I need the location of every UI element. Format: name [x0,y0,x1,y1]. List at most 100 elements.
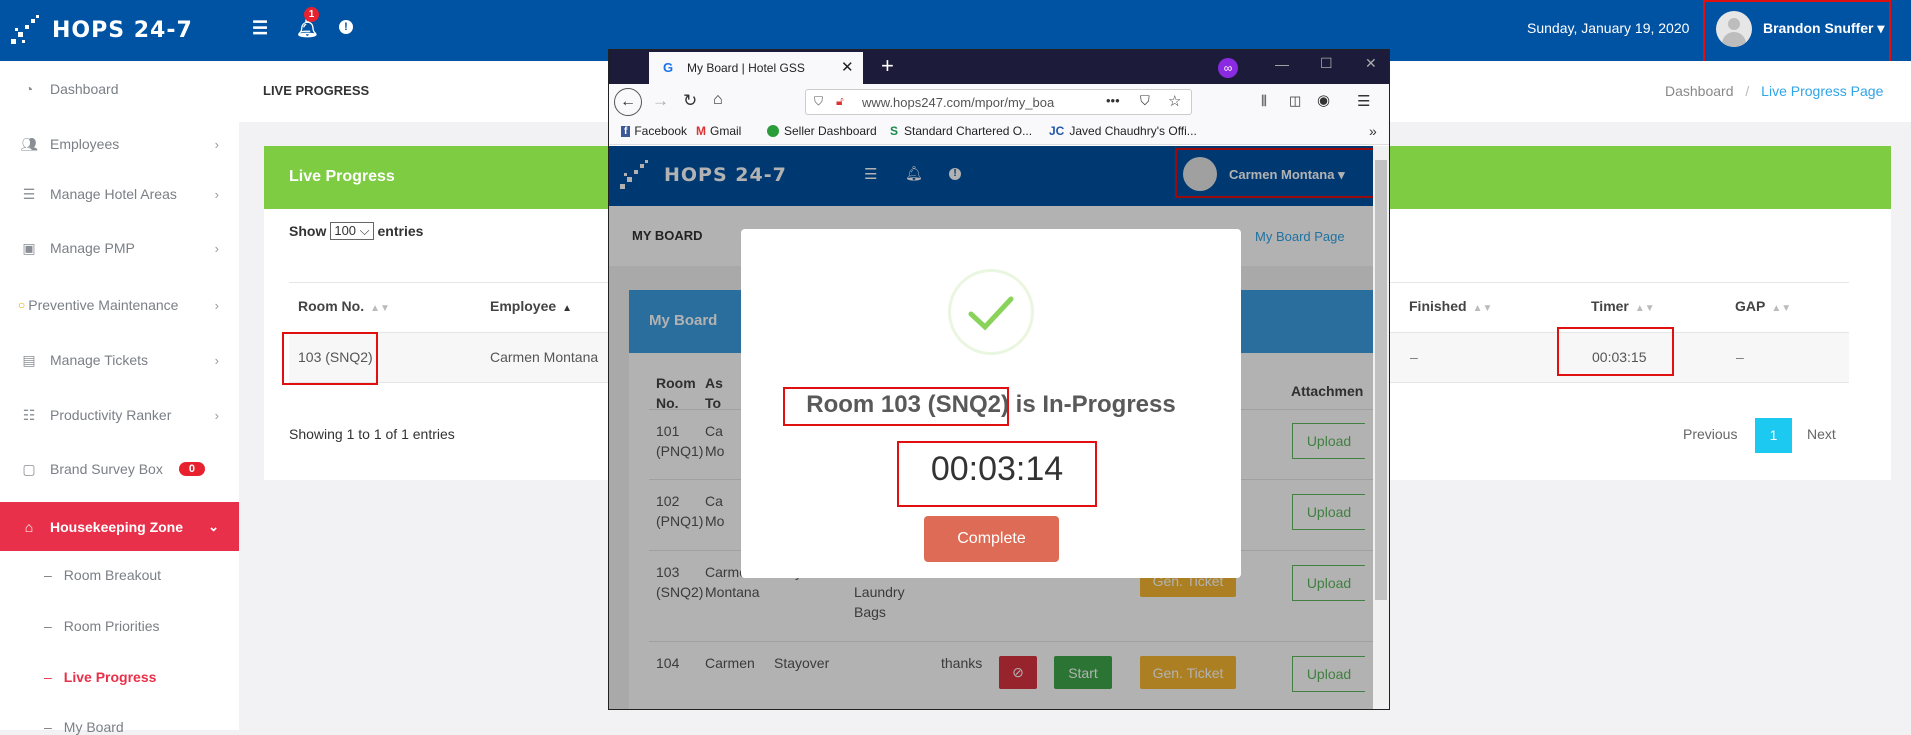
circle-icon: ○ [18,298,26,312]
brand-logo[interactable]: HOPS 24-7 [10,10,193,50]
building-icon: ⌂ [24,518,34,535]
breadcrumb-home[interactable]: Dashboard [1665,83,1734,99]
breadcrumb: Dashboard / Live Progress Page [1665,83,1883,99]
chevron-right-icon: › [214,407,219,423]
minimize-icon[interactable]: — [1275,56,1289,72]
menu-toggle-icon[interactable]: ☰ [252,18,268,39]
home-icon[interactable]: ⌂ [713,91,723,109]
complete-button[interactable]: Complete [924,516,1059,562]
standard-chartered-icon: S [890,124,899,138]
more-actions-icon[interactable]: ••• [1106,93,1120,108]
hamburger-menu-icon[interactable]: ☰ [1357,92,1370,110]
bookmark-gmail[interactable]: M Gmail [696,124,741,138]
gmail-icon: M [696,124,706,138]
sidebar-item-productivity-ranker[interactable]: ☷ Productivity Ranker › [0,391,239,439]
sidebar-item-label: Manage PMP [50,240,135,256]
sidebar-item-label: Housekeeping Zone [50,518,184,535]
sidebar-item-label: Employees [50,136,120,152]
private-mode-icon: ∞ [1218,58,1238,78]
url-text: www.hops247.com/mpor/my_boa [862,95,1055,110]
col-gap[interactable]: GAP ▲▼ [1735,298,1791,314]
sidebar-item-brand-survey-box[interactable]: ▢ Brand Survey Box 0 [0,445,239,493]
sidebar-item-dashboard[interactable]: ◔ Dashboard [0,65,239,113]
cell-gap: – [1736,349,1744,365]
chevron-right-icon: › [214,186,219,202]
sidebar-subitem-my-board[interactable]: – My Board [44,719,124,735]
pagination-previous[interactable]: Previous [1683,426,1737,442]
sort-icon: ▲▼ [1634,303,1655,314]
sidebar-item-label: Dashboard [50,81,119,97]
sidebar-subitem-label: Room Priorities [63,618,160,634]
col-header-label: GAP [1735,298,1766,314]
sidebar-item-label: Manage Hotel Areas [50,186,177,202]
cell-timer: 00:03:15 [1592,349,1647,365]
entries-control: Show 100 ⌵ entries [289,222,423,240]
sidebar-item-manage-tickets[interactable]: ▤ Manage Tickets › [0,336,239,384]
table-info: Showing 1 to 1 of 1 entries [289,426,455,442]
user-menu[interactable]: Brandon Snuffer ▾ [1763,20,1884,37]
card-title: Live Progress [289,168,395,185]
col-header-label: Room No. [298,298,365,314]
forward-icon[interactable]: → [652,91,669,111]
col-finished[interactable]: Finished ▲▼ [1409,298,1492,314]
sidebar-item-manage-pmp[interactable]: ▣ Manage PMP › [0,224,239,272]
back-icon[interactable]: ← [614,88,642,116]
maximize-icon[interactable]: ☐ [1320,55,1333,72]
brand-name: HOPS 24-7 [52,17,193,43]
tab-title: My Board | Hotel GSS [687,61,805,75]
bookmark-label: Gmail [710,124,742,138]
gauge-icon: ◔ [24,81,34,97]
bookmark-label: Facebook [634,124,688,138]
tab-active[interactable]: G My Board | Hotel GSS ✕ [649,52,863,84]
bookmark-label: Standard Chartered O... [904,124,1033,138]
col-employee[interactable]: Employee ▲ [490,298,572,314]
sidebar-subitem-live-progress[interactable]: – Live Progress [44,669,156,685]
bookmark-label: Javed Chaudhry's Offi... [1069,124,1197,138]
library-icon[interactable]: ⫼ [1261,93,1267,109]
bookmark-facebook[interactable]: f Facebook [621,124,687,138]
col-room[interactable]: Room No. ▲▼ [298,298,390,314]
avatar[interactable] [1716,11,1752,47]
address-bar[interactable]: ⛉ 🔓︎ www.hops247.com/mpor/my_boa ••• ⛉ ☆ [805,89,1192,115]
chevron-right-icon: › [214,297,219,313]
pagination-page-1[interactable]: 1 [1755,418,1792,453]
ticket-icon: ▤ [22,351,36,368]
bookmark-standard-chartered[interactable]: S Standard Chartered O... [890,124,1032,138]
scrollbar-thumb[interactable] [1375,160,1387,600]
modal-timer: 00:03:14 [930,450,1064,488]
sidebar-item-employees[interactable]: 👥︎ Employees › [0,120,239,168]
sidebar-item-preventive-maintenance[interactable]: ○ Preventive Maintenance › [0,281,239,329]
chevron-down-icon: ⌄ [208,518,219,534]
window-close-icon[interactable]: ✕ [1365,55,1377,72]
pocket-icon[interactable]: ⛉ [1140,93,1150,109]
sidebar-subitem-room-breakout[interactable]: – Room Breakout [44,567,161,583]
box-icon: ▢ [22,460,36,477]
checkmark-icon [968,296,1014,331]
tab-close-icon[interactable]: ✕ [841,58,854,76]
sort-icon: ▲▼ [1472,303,1493,314]
sidebar-toggle-icon[interactable]: ◫ [1289,93,1301,109]
list-icon: ☰ [22,185,36,202]
sidebar-item-hotel-areas[interactable]: ☰ Manage Hotel Areas › [0,170,239,218]
bookmark-javed-chaudhry[interactable]: JC Javed Chaudhry's Offi... [1049,124,1197,138]
info-icon[interactable]: ! [339,20,353,34]
account-icon[interactable]: ◉ [1317,91,1330,109]
new-tab-icon[interactable]: + [881,53,894,79]
jc-icon: JC [1049,124,1065,138]
reload-icon[interactable]: ↻ [683,91,697,111]
sidebar-subitem-room-priorities[interactable]: – Room Priorities [44,618,160,634]
sidebar-item-housekeeping-zone[interactable]: ⌂ Housekeeping Zone ⌄ [0,502,239,551]
col-timer[interactable]: Timer ▲▼ [1591,298,1655,314]
chevron-right-icon: › [214,240,219,256]
bookmark-seller-dashboard[interactable]: Seller Dashboard [767,124,877,138]
cell-finished: – [1410,349,1418,365]
pagination-next[interactable]: Next [1807,426,1836,442]
entries-label: entries [377,223,424,239]
col-header-label: Employee [490,298,557,314]
entries-select[interactable]: 100 ⌵ [330,222,374,240]
more-bookmarks-icon[interactable]: » [1369,123,1377,139]
user-name: Brandon Snuffer [1763,20,1874,36]
bookmark-star-icon[interactable]: ☆ [1168,92,1181,110]
notification-badge: 1 [304,7,319,22]
sort-icon: ▲▼ [1771,303,1792,314]
